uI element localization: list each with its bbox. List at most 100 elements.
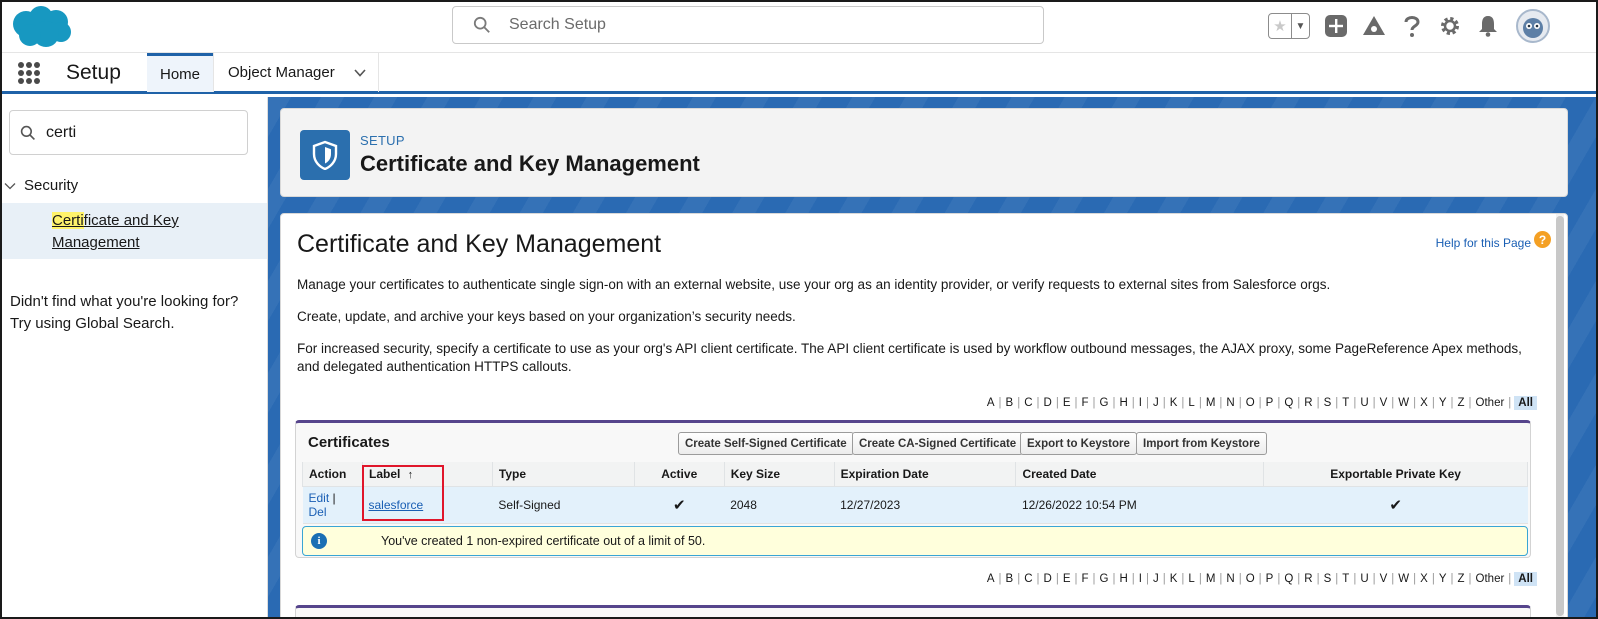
tree-item-certificate-and-key-management[interactable]: Certificate and Key Management [2, 203, 267, 259]
salesforce-logo[interactable] [8, 4, 74, 50]
alphabet-filter-q[interactable]: Q [1280, 573, 1297, 585]
trailhead-icon[interactable] [1362, 14, 1386, 38]
app-nav-bar: Setup Home Object Manager [2, 52, 1596, 94]
page-title: Certificate and Key Management [360, 151, 700, 176]
alphabet-filter-z[interactable]: Z [1454, 573, 1469, 585]
alphabet-filter-w[interactable]: W [1394, 397, 1413, 409]
column-header-expiration-date[interactable]: Expiration Date [833, 462, 1017, 487]
cell-created-date: 12/26/2022 10:54 PM [1015, 486, 1264, 524]
alphabet-filter-c[interactable]: C [1020, 573, 1036, 585]
search-setup-input[interactable] [509, 16, 989, 34]
alphabet-filter-u[interactable]: U [1356, 397, 1372, 409]
alphabet-filter-d[interactable]: D [1040, 573, 1056, 585]
alphabet-filter-i[interactable]: I [1135, 573, 1146, 585]
alphabet-filter-y[interactable]: Y [1435, 397, 1451, 409]
favorites-star-icon[interactable]: ★ [1269, 14, 1291, 38]
alphabet-filter-w[interactable]: W [1394, 573, 1413, 585]
alphabet-filter-o[interactable]: O [1242, 397, 1259, 409]
search-setup-box[interactable] [452, 6, 1044, 44]
tab-object-manager[interactable]: Object Manager [213, 53, 379, 92]
alphabet-filter-s[interactable]: S [1320, 573, 1336, 585]
alphabet-filter-v[interactable]: V [1376, 573, 1392, 585]
tree-item-link[interactable]: Certificate and Key Management [52, 212, 179, 251]
column-header-active[interactable]: Active [633, 462, 725, 487]
alphabet-filter-b[interactable]: B [1002, 397, 1018, 409]
alphabet-filter-a[interactable]: A [983, 397, 999, 409]
alphabet-filter-f[interactable]: F [1077, 397, 1092, 409]
alphabet-filter-a[interactable]: A [983, 573, 999, 585]
alphabet-filter-k[interactable]: K [1166, 397, 1182, 409]
column-header-type[interactable]: Type [491, 462, 635, 487]
user-avatar[interactable] [1516, 9, 1550, 43]
chevron-down-icon[interactable] [353, 66, 367, 80]
quick-find-box[interactable] [9, 110, 248, 155]
alphabet-filter-z[interactable]: Z [1454, 397, 1469, 409]
alphabet-filter-h[interactable]: H [1115, 573, 1131, 585]
alphabet-filter-g[interactable]: G [1096, 397, 1113, 409]
alphabet-filter-s[interactable]: S [1320, 397, 1336, 409]
create-self-signed-certificate-button[interactable]: Create Self-Signed Certificate [678, 432, 854, 455]
alphabet-filter-other[interactable]: Other [1472, 397, 1509, 409]
notifications-bell-icon[interactable] [1476, 14, 1500, 38]
alphabet-filter-p[interactable]: P [1262, 397, 1278, 409]
help-for-this-page-link[interactable]: Help for this Page [1436, 236, 1531, 250]
alphabet-filter-l[interactable]: L [1184, 397, 1198, 409]
quick-find-input[interactable] [46, 123, 226, 142]
cell-label: salesforce [362, 486, 493, 524]
gear-icon[interactable] [1438, 14, 1462, 38]
alphabet-filter-h[interactable]: H [1115, 397, 1131, 409]
alphabet-filter-q[interactable]: Q [1280, 397, 1297, 409]
column-header-key-size[interactable]: Key Size [723, 462, 835, 487]
alphabet-filter-k[interactable]: K [1166, 573, 1182, 585]
alphabet-filter-o[interactable]: O [1242, 573, 1259, 585]
scrollbar-thumb[interactable] [1556, 216, 1564, 616]
alphabet-filter-r[interactable]: R [1300, 397, 1316, 409]
tab-home[interactable]: Home [147, 53, 213, 92]
alphabet-filter-l[interactable]: L [1184, 573, 1198, 585]
export-to-keystore-button[interactable]: Export to Keystore [1020, 432, 1137, 455]
alphabet-filter-m[interactable]: M [1202, 573, 1220, 585]
certificate-label-link[interactable]: salesforce [368, 498, 423, 512]
alphabet-filter-y[interactable]: Y [1435, 573, 1451, 585]
import-from-keystore-button[interactable]: Import from Keystore [1136, 432, 1267, 455]
alphabet-filter-r[interactable]: R [1300, 573, 1316, 585]
alphabet-filter-i[interactable]: I [1135, 397, 1146, 409]
alphabet-filter-x[interactable]: X [1416, 397, 1432, 409]
edit-link[interactable]: Edit [309, 491, 330, 505]
help-question-icon[interactable]: ? [1534, 231, 1551, 248]
create-ca-signed-certificate-button[interactable]: Create CA-Signed Certificate [852, 432, 1024, 455]
column-header-exportable-private-key[interactable]: Exportable Private Key [1263, 462, 1528, 487]
alphabet-filter-t[interactable]: T [1338, 397, 1353, 409]
delete-link[interactable]: Del [309, 505, 327, 519]
column-header-created-date[interactable]: Created Date [1015, 462, 1265, 487]
alphabet-filter-u[interactable]: U [1356, 573, 1372, 585]
tree-node-security[interactable]: Security [4, 177, 78, 194]
alphabet-filter-p[interactable]: P [1262, 573, 1278, 585]
content-panel: Certificate and Key Management Help for … [280, 213, 1568, 617]
alphabet-filter-f[interactable]: F [1077, 573, 1092, 585]
column-header-label[interactable]: Label ↑ [361, 462, 493, 487]
alphabet-filter-x[interactable]: X [1416, 573, 1432, 585]
alphabet-filter-v[interactable]: V [1376, 397, 1392, 409]
app-launcher-icon[interactable] [18, 62, 40, 84]
alphabet-separator: | [1508, 573, 1512, 585]
alphabet-filter-other[interactable]: Other [1472, 573, 1509, 585]
help-icon[interactable] [1400, 14, 1424, 38]
tree-node-label: Security [24, 177, 79, 194]
alphabet-filter-g[interactable]: G [1096, 573, 1113, 585]
alphabet-filter-n[interactable]: N [1222, 573, 1238, 585]
favorites-dropdown-icon[interactable]: ▼ [1291, 14, 1309, 38]
alphabet-filter-m[interactable]: M [1202, 397, 1220, 409]
alphabet-filter-c[interactable]: C [1020, 397, 1036, 409]
alphabet-filter-n[interactable]: N [1222, 397, 1238, 409]
alphabet-filter-all[interactable]: All [1514, 572, 1537, 586]
alphabet-filter-all[interactable]: All [1514, 396, 1537, 410]
alphabet-filter-e[interactable]: E [1059, 573, 1075, 585]
global-actions-plus-icon[interactable] [1324, 14, 1348, 38]
alphabet-filter-t[interactable]: T [1338, 573, 1353, 585]
alphabet-filter-d[interactable]: D [1040, 397, 1056, 409]
alphabet-filter-e[interactable]: E [1059, 397, 1075, 409]
alphabet-filter-j[interactable]: J [1149, 397, 1163, 409]
alphabet-filter-b[interactable]: B [1002, 573, 1018, 585]
alphabet-filter-j[interactable]: J [1149, 573, 1163, 585]
